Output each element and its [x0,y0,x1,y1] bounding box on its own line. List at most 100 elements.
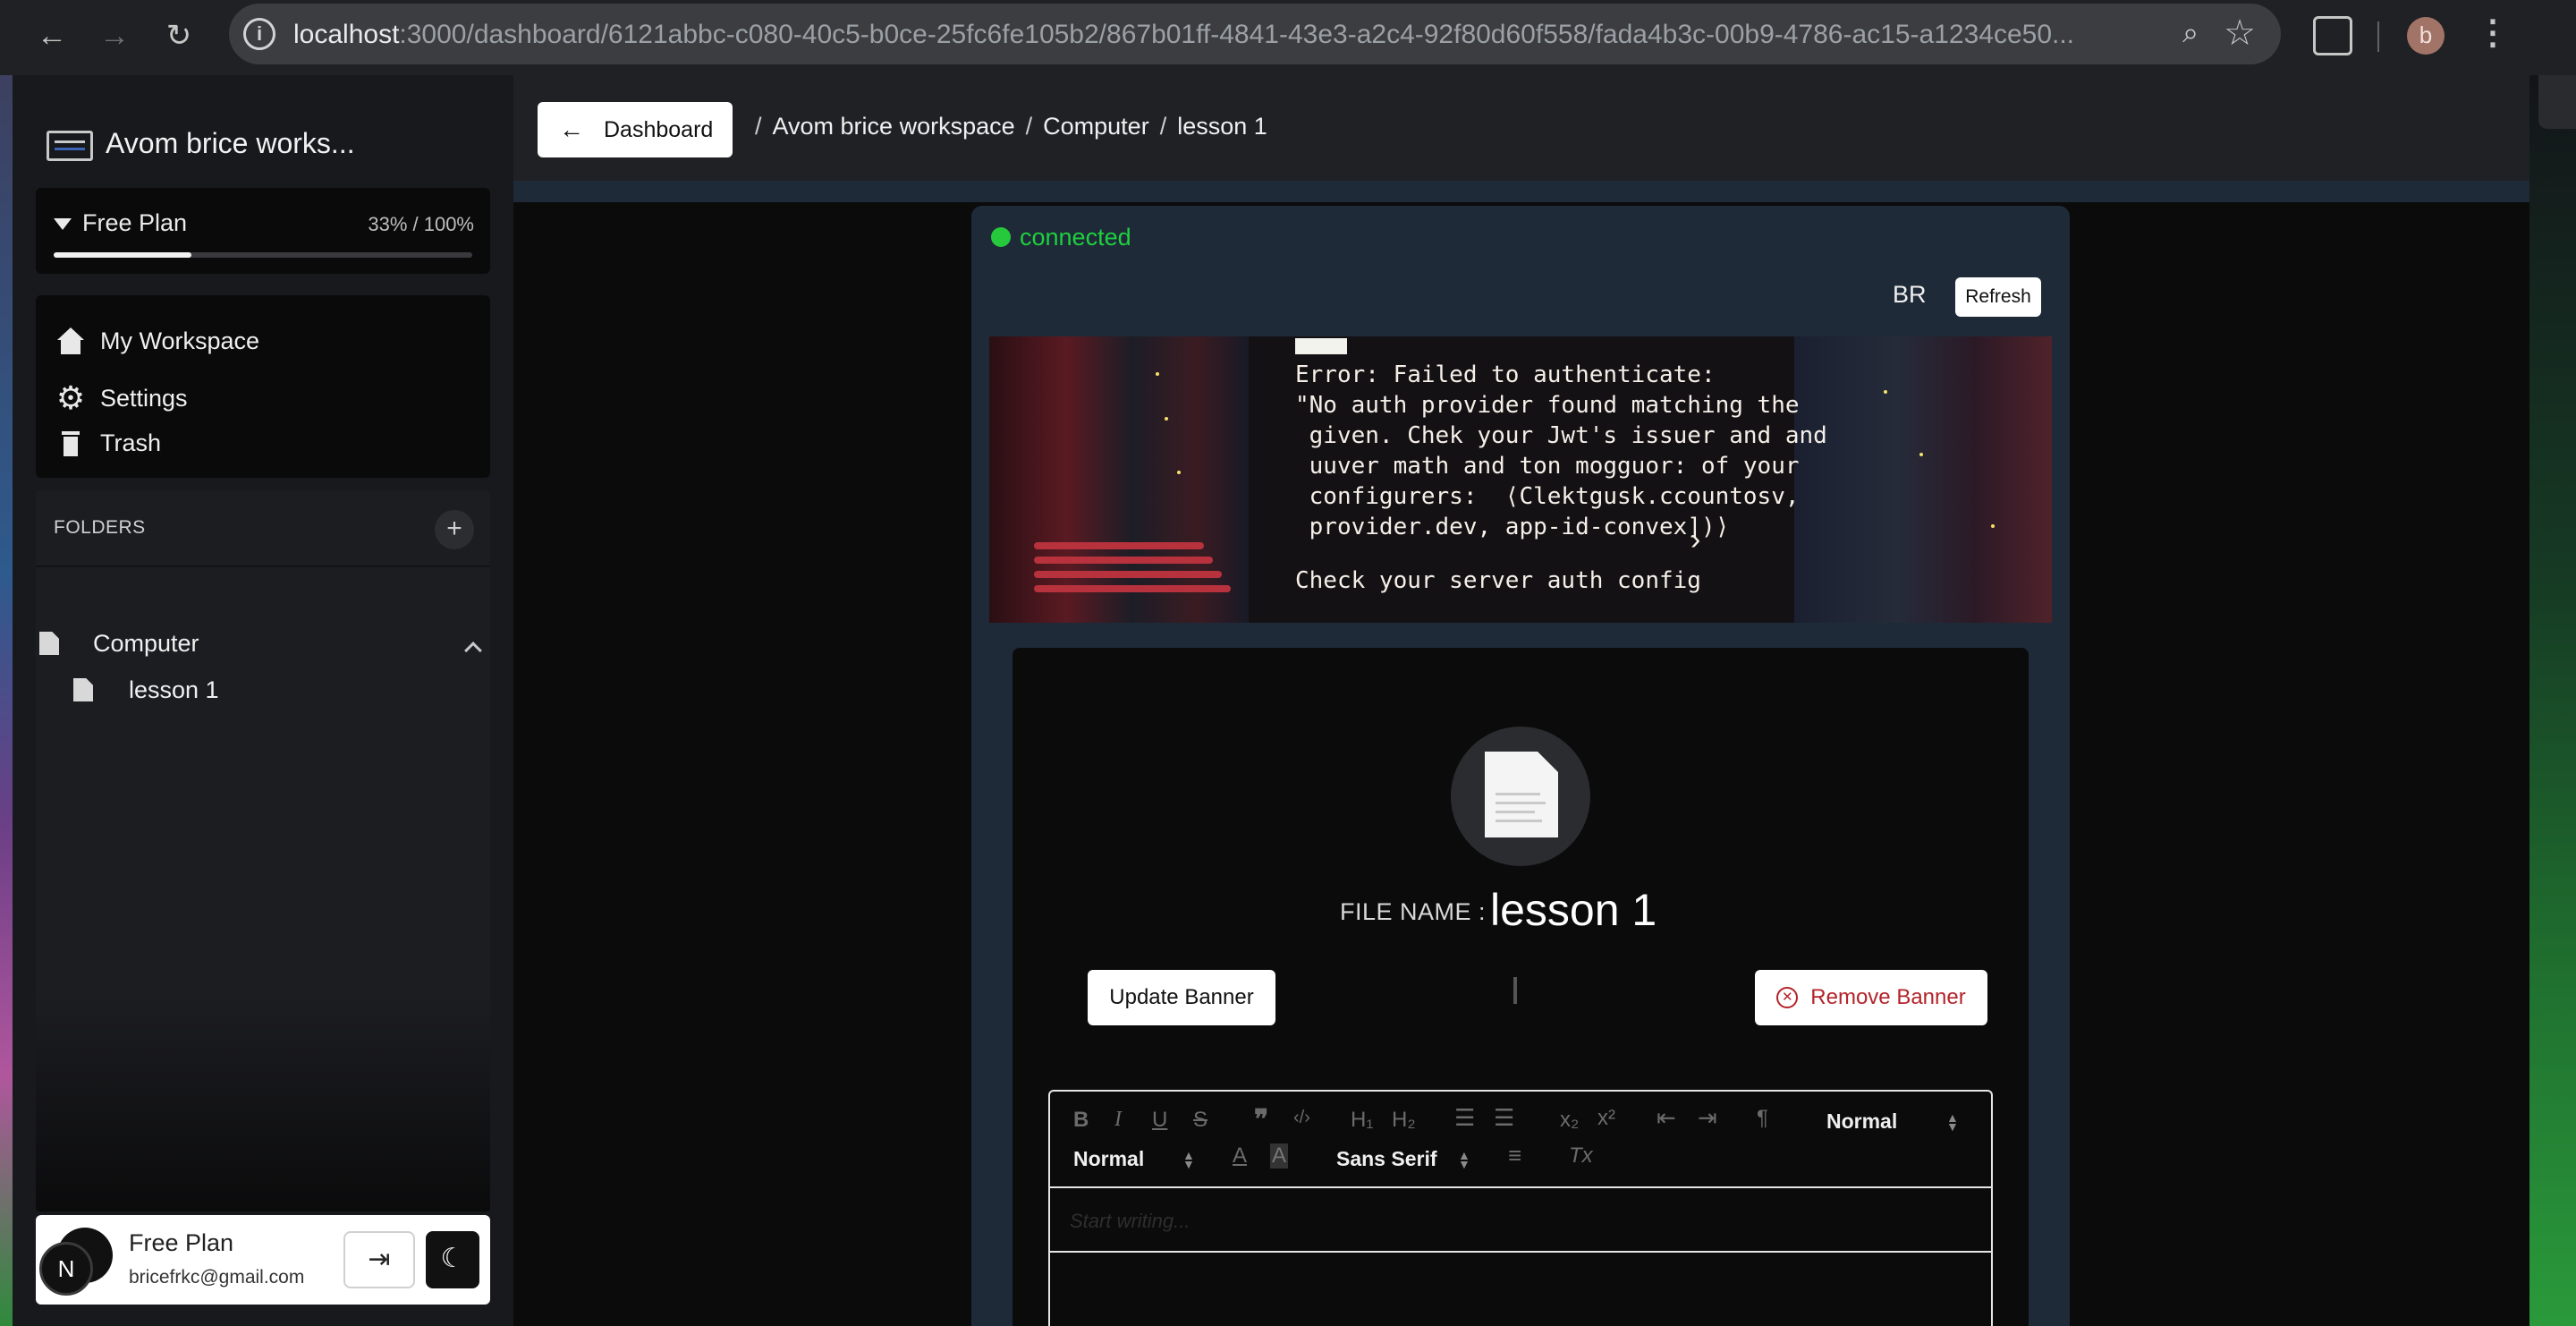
url-text[interactable]: localhost:3000/dashboard/6121abbc-c080-4… [293,20,2082,50]
breadcrumb-file[interactable]: lesson 1 [1177,113,1267,140]
editor-content[interactable]: Start writing... [1050,1190,1991,1253]
align-icon[interactable]: ≡ [1508,1142,1521,1169]
caret-down-icon [54,218,72,230]
server-rack-left [989,336,1249,623]
editor-placeholder: Start writing... [1070,1210,1191,1232]
sidebar-nav: My Workspace ⚙ Settings Trash [36,295,490,478]
back-icon[interactable]: ← [32,16,72,55]
subscript-icon[interactable]: x₂ [1560,1108,1579,1133]
italic-icon[interactable]: I [1114,1108,1122,1132]
server-rack-right [1794,336,2052,623]
banner-image: Error: Failed to authenticate: "No auth … [989,336,2052,623]
sidebar-item-my-workspace[interactable]: My Workspace [55,326,259,356]
home-icon [55,326,86,356]
folder-icon [39,632,59,655]
code-icon[interactable]: ‹/› [1293,1108,1310,1128]
theme-toggle-button[interactable]: ☾ [426,1231,479,1288]
reload-icon[interactable]: ↻ [159,16,199,55]
editor-card: connected BR Refresh Error: Failed to au… [971,206,2070,1326]
plan-label: Free Plan [82,209,188,236]
text-cursor [1513,977,1517,1004]
sidebar-item-label: Trash [100,429,162,456]
folder-item-computer[interactable]: Computer [93,630,199,658]
banner-check-text: Check your server auth config [1295,567,1701,594]
file-item-lesson-1[interactable]: lesson 1 [129,676,219,704]
workspace-name[interactable]: Avom brice works... [106,127,355,160]
connection-status: connected [1020,224,1131,251]
window-edge [2538,75,2576,129]
zoom-icon[interactable]: ⌕ [2182,16,2199,50]
heading-1-icon[interactable]: H₁ [1351,1108,1373,1133]
logout-icon: ⇥ [368,1245,391,1274]
dashboard-back-label: Dashboard [604,116,714,142]
size-select[interactable]: Normal [1073,1147,1144,1171]
url-path: :3000/dashboard/6121abbc-c080-40c5-b0ce-… [399,20,2075,49]
led [1884,390,1887,394]
refresh-button[interactable]: Refresh [1955,277,2041,317]
led [1991,524,1995,528]
background-color-icon[interactable]: A [1270,1143,1289,1169]
user-email: bricefrkc@gmail.com [129,1267,305,1288]
plan-usage-card[interactable]: Free Plan 33% / 100% [36,188,490,274]
clear-format-icon[interactable]: Tx [1569,1143,1593,1169]
sidebar-item-trash[interactable]: Trash [55,428,161,458]
cable [1034,585,1231,592]
document-panel: FILE NAME : lesson 1 Update Banner ✕ Rem… [1013,648,2029,1326]
strike-icon[interactable]: S [1193,1108,1208,1133]
text-direction-icon[interactable]: ¶ [1757,1106,1768,1131]
arrow-left-icon: ← [559,115,584,143]
banner-error-text: Error: Failed to authenticate: "No auth … [1295,361,1827,540]
address-bar[interactable]: i localhost:3000/dashboard/6121abbc-c080… [229,4,2281,64]
sidebar-item-label: Settings [100,384,188,412]
bullet-list-icon[interactable]: ☰ [1494,1104,1514,1132]
superscript-icon[interactable]: x² [1597,1106,1615,1131]
indent-icon[interactable]: ⇥ [1698,1104,1717,1132]
profile-avatar[interactable]: b [2407,17,2445,55]
desktop-edge-right [2529,75,2576,1326]
breadcrumb-workspace[interactable]: Avom brice workspace [773,113,1015,140]
heading-2-icon[interactable]: H₂ [1392,1108,1416,1133]
breadcrumb-separator: / [1025,113,1033,140]
avatar[interactable]: N [39,1242,93,1296]
forward-icon[interactable]: → [95,16,134,55]
header-select[interactable]: Normal [1826,1109,1897,1134]
logout-button[interactable]: ⇥ [343,1231,415,1288]
blockquote-icon[interactable]: ❞ [1254,1104,1268,1135]
folders-panel: FOLDERS + Computer lesson 1 [36,490,490,1211]
gear-icon: ⚙ [55,379,86,416]
chevron-up-icon[interactable] [464,642,482,659]
rich-text-editor: B I U S ❞ ‹/› H₁ H₂ ☰ ☰ x₂ x² ⇤ ⇥ ¶ Norm… [1048,1090,1993,1326]
bookmark-star-icon[interactable]: ☆ [2224,13,2256,54]
user-plan: Free Plan [129,1229,234,1256]
doc-line [1496,820,1542,822]
sidebar-item-settings[interactable]: ⚙ Settings [55,379,188,416]
outdent-icon[interactable]: ⇤ [1657,1104,1676,1132]
led [1177,471,1181,474]
font-select[interactable]: Sans Serif [1336,1147,1437,1171]
remove-banner-label: Remove Banner [1810,985,1966,1009]
breadcrumb-folder[interactable]: Computer [1043,113,1149,140]
text-color-icon[interactable]: A [1233,1143,1247,1169]
update-banner-button[interactable]: Update Banner [1088,970,1275,1025]
moon-icon: ☾ [440,1244,465,1273]
remove-banner-button[interactable]: ✕ Remove Banner [1755,970,1987,1025]
bold-icon[interactable]: B [1073,1108,1089,1133]
select-arrows-icon: ▲ ▼ [1946,1110,1959,1134]
desktop-edge-left [0,75,13,1326]
document-icon-circle[interactable] [1451,727,1590,866]
browser-toolbar: ← → ↻ i localhost:3000/dashboard/6121abb… [0,0,2576,75]
select-arrows-icon: ▲ ▼ [1182,1148,1195,1171]
ordered-list-icon[interactable]: ☰ [1454,1104,1475,1132]
led [1165,417,1168,421]
add-folder-button[interactable]: + [435,510,474,549]
dashboard-back-button[interactable]: ← Dashboard [538,102,733,157]
sidebar-item-label: My Workspace [100,327,260,354]
menu-kebab-icon[interactable]: ⋮ [2476,13,2510,53]
status-dot-icon [991,227,1011,247]
cable [1034,571,1222,578]
extensions-icon[interactable] [2313,16,2352,55]
url-host: localhost [293,20,400,49]
underline-icon[interactable]: U [1152,1108,1167,1133]
sidebar: Avom brice works... Free Plan 33% / 100%… [13,75,513,1326]
site-info-icon[interactable]: i [243,18,275,50]
